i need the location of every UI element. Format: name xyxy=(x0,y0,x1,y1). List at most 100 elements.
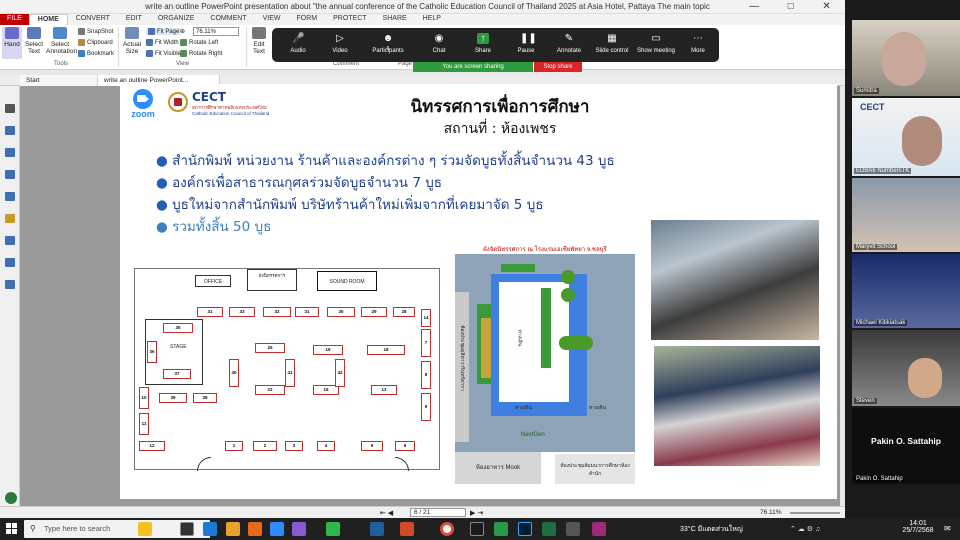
comments-icon[interactable] xyxy=(5,170,15,179)
firefox-icon[interactable] xyxy=(248,522,262,536)
app-icon[interactable] xyxy=(566,522,580,536)
booth: 22 xyxy=(255,385,285,395)
clock-date: 25/7/2568 xyxy=(902,527,934,534)
clock[interactable]: 14:01 25/7/2568 xyxy=(900,520,936,534)
app-icon[interactable] xyxy=(292,522,306,536)
tab-start[interactable]: Start xyxy=(20,75,98,86)
participant-video[interactable]: Sumitra xyxy=(852,20,960,96)
show-meeting-button[interactable]: ▭ Show meeting xyxy=(632,31,680,54)
edit-text-button[interactable]: Edit Text xyxy=(250,27,268,55)
first-page-icon[interactable]: ⇤ ◀ xyxy=(380,509,393,517)
fit-width-button[interactable]: Fit Width xyxy=(146,39,179,46)
booth: 18 xyxy=(367,345,405,355)
pen-tool-icon[interactable] xyxy=(5,492,17,504)
menu-home[interactable]: HOME xyxy=(28,14,68,25)
hand-icon xyxy=(5,27,19,39)
layers-icon[interactable] xyxy=(5,148,15,157)
menu-form[interactable]: FORM xyxy=(288,14,325,25)
menu-share[interactable]: SHARE xyxy=(375,14,415,25)
word-icon[interactable] xyxy=(370,522,384,536)
rotate-right-icon xyxy=(180,50,187,57)
map-booth-column xyxy=(481,318,491,378)
menu-comment[interactable]: COMMENT xyxy=(202,14,254,25)
line-icon[interactable] xyxy=(326,522,340,536)
powerpoint-icon[interactable] xyxy=(400,522,414,536)
participant-video[interactable]: Maryvit School xyxy=(852,178,960,252)
file-explorer-icon[interactable] xyxy=(226,522,240,536)
participant-video[interactable]: CECT EDBA6 NumbersTK xyxy=(852,98,960,176)
audio-button[interactable]: 🎤 Audio xyxy=(277,31,319,54)
rotate-left-button[interactable]: Rotate Left xyxy=(180,39,218,46)
menu-file[interactable]: FILE xyxy=(0,14,29,25)
nav-arrow-icon[interactable] xyxy=(5,104,15,113)
windows-start-icon[interactable] xyxy=(6,523,17,534)
rotate-right-button[interactable]: Rotate Right xyxy=(180,50,222,57)
security-icon[interactable] xyxy=(5,214,15,223)
video-button[interactable]: ▷ Video xyxy=(319,31,361,54)
chat-button[interactable]: ◉ Chat xyxy=(418,31,460,54)
more-label: More xyxy=(691,48,705,54)
participants-panel: Sumitra CECT EDBA6 NumbersTK Maryvit Sch… xyxy=(845,0,960,518)
attachments-icon[interactable] xyxy=(5,192,15,201)
stop-share-button[interactable]: Stop share xyxy=(534,62,582,72)
bookmarks-panel-icon[interactable] xyxy=(5,236,15,245)
minimize-icon[interactable]: — xyxy=(749,1,759,12)
snapshot-button[interactable]: SnapShot xyxy=(78,28,113,35)
select-text-button[interactable]: Select Text xyxy=(24,27,44,55)
chrome-icon[interactable] xyxy=(440,522,454,536)
thumbnails-icon[interactable] xyxy=(5,258,15,267)
fit-page-button[interactable]: Fit Page xyxy=(146,28,182,36)
bookmark-icon xyxy=(78,50,85,57)
participant-video[interactable]: Michael Kitikiatsak xyxy=(852,254,960,328)
menu-help[interactable]: HELP xyxy=(415,14,449,25)
next-page-icon[interactable]: ▶ ⇥ xyxy=(470,509,483,517)
pdf-editor-icon[interactable] xyxy=(592,522,606,536)
participant-video[interactable]: Pakin O. Sattahip Pakin O. Sattahip xyxy=(852,408,960,484)
maximize-icon[interactable]: □ xyxy=(788,1,794,12)
zoom-slider[interactable] xyxy=(790,512,840,514)
edit-text-label: Edit Text xyxy=(253,41,265,56)
participants-button[interactable]: ☻6 Participants xyxy=(363,31,413,54)
tools-icon[interactable] xyxy=(5,280,15,289)
share-button[interactable]: ↑ Share xyxy=(462,31,504,54)
participants-icon: ☻6 xyxy=(382,33,394,52)
select-annotation-button[interactable]: Select Annotation xyxy=(46,27,77,55)
excel-icon[interactable] xyxy=(542,522,556,536)
participant-video[interactable]: Steven xyxy=(852,330,960,406)
photoshop-icon[interactable] xyxy=(518,522,532,536)
pause-button[interactable]: ❚❚ Pause xyxy=(505,31,547,54)
edge-icon[interactable] xyxy=(203,522,217,536)
close-icon[interactable]: ✕ xyxy=(822,1,830,12)
task-view-icon[interactable] xyxy=(180,522,194,536)
weather-widget[interactable]: 33°C มีแดดส่วนใหญ่ xyxy=(680,524,743,535)
app-icon[interactable] xyxy=(470,522,484,536)
slide-control-button[interactable]: ▦ Slide control xyxy=(589,31,635,54)
zoom-out-icon[interactable]: ⊕ xyxy=(180,28,185,35)
notification-icon[interactable]: ✉ xyxy=(944,524,951,533)
fit-visible-button[interactable]: Fit Visible xyxy=(146,50,181,57)
more-button[interactable]: ⋯ More xyxy=(677,31,719,54)
menu-edit[interactable]: EDIT xyxy=(118,14,150,25)
menu-organize[interactable]: ORGANIZE xyxy=(150,14,203,25)
hand-button[interactable]: Hand xyxy=(2,27,22,59)
zoom-level-input[interactable]: 76.11% xyxy=(193,27,239,36)
copilot-icon[interactable] xyxy=(138,522,152,536)
annotate-button[interactable]: ✎ Annotate xyxy=(548,31,590,54)
menu-view[interactable]: VIEW xyxy=(255,14,289,25)
booth: 19 xyxy=(313,345,343,355)
active-speaker-name: Pakin O. Sattahip xyxy=(871,436,941,446)
bookmark-button[interactable]: Bookmark xyxy=(78,50,114,57)
system-tray-icons[interactable]: ⌃ ☁ ⚙ ♫ xyxy=(790,525,820,533)
page-number-input[interactable]: 6 / 21 xyxy=(410,508,466,517)
zoom-app-icon[interactable] xyxy=(270,522,284,536)
clipboard-button[interactable]: Clipboard xyxy=(78,39,113,46)
menu-protect[interactable]: PROTECT xyxy=(325,14,374,25)
booth: 7 xyxy=(421,329,431,357)
stage-label: STAGE xyxy=(170,344,187,350)
app-icon[interactable] xyxy=(494,522,508,536)
pages-icon[interactable] xyxy=(5,126,15,135)
status-zoom[interactable]: 76.11% xyxy=(760,509,782,516)
menu-convert[interactable]: CONVERT xyxy=(68,14,118,25)
actual-size-button[interactable]: Actual Size xyxy=(121,27,143,55)
hotel-map: ผังจัดนิทรรศการ ณ โรงแรมเอเชียพัทยา จ.ชล… xyxy=(455,244,635,486)
